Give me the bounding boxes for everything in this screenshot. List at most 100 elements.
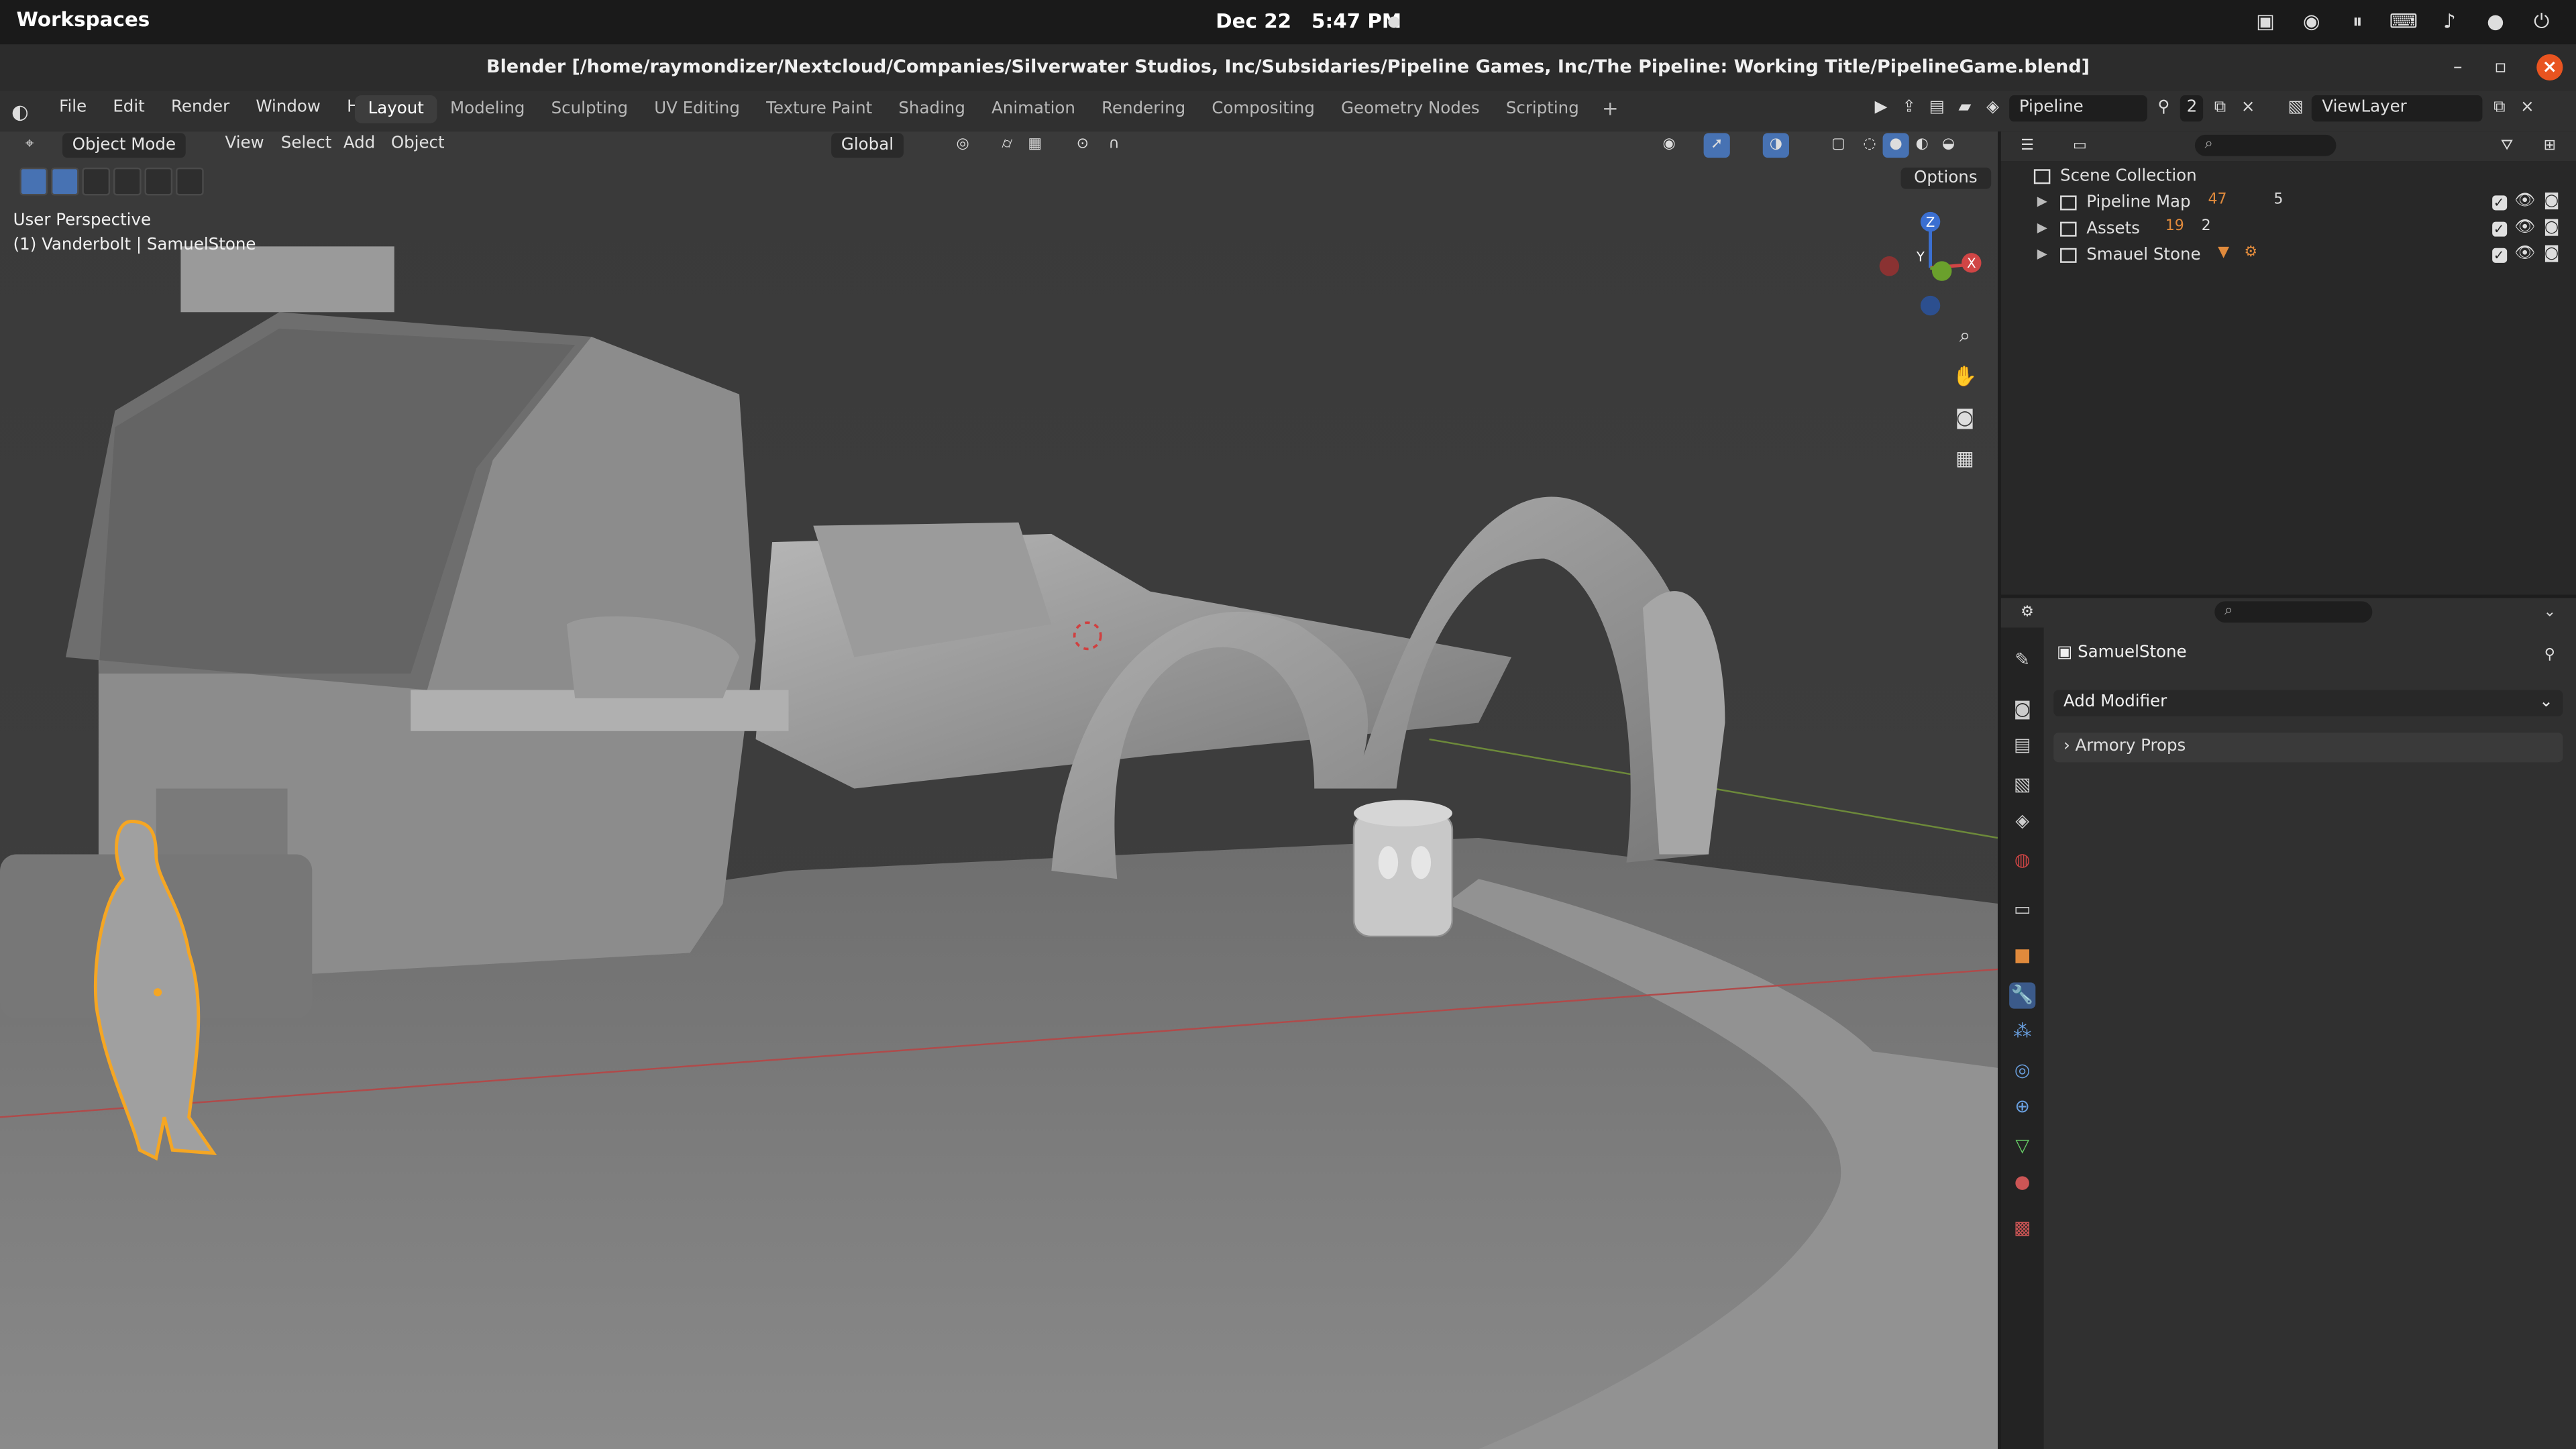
tree-row-pipeline-map[interactable]: ▶ Pipeline Map 47 5 ✓ 👁 ◙ <box>2001 191 2576 217</box>
delete-scene-icon[interactable]: × <box>2237 97 2259 119</box>
gizmo-toggle-icon[interactable]: ➚ <box>1703 133 1730 158</box>
blender-logo-icon[interactable]: ◐ <box>11 100 34 123</box>
new-collection-icon[interactable]: ⊞ <box>2536 135 2563 160</box>
delete-view-layer-icon[interactable]: × <box>2516 97 2538 119</box>
menu-window[interactable]: Window <box>243 99 334 117</box>
view-layer-field[interactable]: ViewLayer <box>2312 95 2483 122</box>
tool-tab-icon[interactable]: ✎ <box>2009 647 2035 674</box>
expand-arrow-icon[interactable]: ▶ <box>2037 194 2047 209</box>
select-subtract-tool[interactable] <box>113 167 142 196</box>
pan-hand-icon[interactable]: ✋ <box>1949 362 1982 391</box>
visibility-icon[interactable]: ◉ <box>1656 133 1682 158</box>
outliner-search-input[interactable]: ⌕ <box>2194 134 2337 156</box>
output-tab-icon[interactable]: ▤ <box>2009 733 2035 759</box>
select-new-tool[interactable] <box>50 167 79 196</box>
zoom-icon[interactable]: ⌕ <box>1949 321 1982 350</box>
menu-object[interactable]: Object <box>391 135 445 153</box>
display-mode-icon[interactable]: ▭ <box>2067 135 2093 160</box>
solid-shading-icon[interactable]: ● <box>1882 133 1909 158</box>
exclude-checkbox[interactable]: ✓ <box>2491 195 2507 211</box>
object-mode-dropdown[interactable]: Object Mode <box>62 133 186 158</box>
render-tab-icon[interactable]: ◙ <box>2009 696 2035 722</box>
material-tab-icon[interactable]: ● <box>2009 1170 2035 1196</box>
workspaces-button[interactable]: Workspaces <box>16 8 150 31</box>
exclude-checkbox[interactable]: ✓ <box>2491 248 2507 263</box>
microphone-icon[interactable]: ● <box>2481 7 2510 36</box>
scene-users[interactable]: 2 <box>2180 95 2204 122</box>
transform-orientation-dropdown[interactable]: Global <box>831 133 904 158</box>
world-tab-icon[interactable]: ◍ <box>2009 848 2035 874</box>
minimize-icon[interactable]: – <box>2445 54 2471 80</box>
particles-tab-icon[interactable]: ⁂ <box>2009 1018 2035 1044</box>
pin-icon[interactable]: ⚲ <box>2536 644 2563 669</box>
menu-view[interactable]: View <box>225 135 264 153</box>
volume-icon[interactable]: ♪ <box>2434 7 2464 36</box>
snap-icon[interactable]: ⌭ <box>994 133 1020 158</box>
scene-name-field[interactable]: Pipeline <box>2009 95 2147 122</box>
layout-icon[interactable]: ▤ <box>1925 97 1948 119</box>
camera-icon[interactable]: ◙ <box>2544 219 2560 237</box>
tab-texture-paint[interactable]: Texture Paint <box>753 95 885 123</box>
clock[interactable]: Dec 22 5:47 PM <box>1216 10 1414 33</box>
expand-arrow-icon[interactable]: ▶ <box>2037 220 2047 235</box>
eye-icon[interactable]: 👁 <box>2514 193 2535 211</box>
select-box-tool[interactable] <box>19 167 48 196</box>
neg-z-axis-handle[interactable] <box>1920 295 1941 316</box>
rendered-shading-icon[interactable]: ◒ <box>1935 133 1962 158</box>
select-intersect-tool[interactable] <box>176 167 204 196</box>
tree-row-smauel-stone[interactable]: ▶ Smauel Stone ▼ ⚙ ✓ 👁 ◙ <box>2001 243 2576 269</box>
options-dropdown[interactable]: Options <box>1900 167 1991 189</box>
pin-icon[interactable]: ⚲ <box>2152 97 2175 119</box>
viewport-scene[interactable] <box>0 131 1998 1449</box>
select-invert-tool[interactable] <box>144 167 173 196</box>
properties-search-input[interactable]: ⌕ <box>2214 601 2373 623</box>
object-name-field[interactable]: ▣ SamuelStone <box>2057 644 2187 662</box>
collection-tab-icon[interactable]: ▭ <box>2009 897 2035 923</box>
tree-row-scene-collection[interactable]: Scene Collection <box>2001 164 2576 191</box>
expand-arrow-icon[interactable]: ▶ <box>2037 246 2047 261</box>
falloff-icon[interactable]: ∩ <box>1101 133 1127 158</box>
chevron-down-icon[interactable]: ⌄ <box>2536 601 2563 626</box>
pause-icon[interactable]: ⏸ <box>2343 7 2372 36</box>
3d-viewport[interactable]: ⌖ Object Mode View Select Add Object Glo… <box>0 131 1998 1449</box>
folder-icon[interactable]: ▰ <box>1953 97 1976 119</box>
camera-view-icon[interactable]: ◙ <box>1949 402 1982 432</box>
scene-tab-icon[interactable]: ◈ <box>2009 808 2035 835</box>
copy-view-layer-icon[interactable]: ⧉ <box>2488 97 2511 119</box>
camera-icon[interactable]: ◙ <box>2544 193 2560 211</box>
export-icon[interactable]: ⇪ <box>1898 97 1921 119</box>
data-tab-icon[interactable]: ▽ <box>2009 1134 2035 1160</box>
copy-scene-icon[interactable]: ⧉ <box>2208 97 2231 119</box>
grid-perspective-icon[interactable]: ▦ <box>1949 443 1982 473</box>
app-indicator-icon[interactable]: ◉ <box>2297 7 2326 36</box>
modifier-tab-icon[interactable]: 🔧 <box>2009 982 2036 1009</box>
wireframe-shading-icon[interactable]: ◌ <box>1856 133 1882 158</box>
overlays-icon[interactable]: ◑ <box>1762 133 1789 158</box>
play-icon[interactable]: ▶ <box>1870 97 1892 119</box>
add-modifier-dropdown[interactable]: Add Modifier ⌄ <box>2053 690 2563 716</box>
object-tab-icon[interactable]: ■ <box>2009 943 2035 969</box>
trash-can-object[interactable] <box>1352 812 1454 938</box>
keyboard-icon[interactable]: ⌨ <box>2389 7 2418 36</box>
menu-add[interactable]: Add <box>343 135 375 153</box>
constraints-tab-icon[interactable]: ⊕ <box>2009 1094 2035 1120</box>
navigation-gizmo[interactable]: Z X Y <box>1873 210 1988 325</box>
texture-tab-icon[interactable]: ▩ <box>2009 1216 2035 1242</box>
tab-scripting[interactable]: Scripting <box>1493 95 1592 123</box>
eye-icon[interactable]: 👁 <box>2514 245 2535 263</box>
editor-type-icon[interactable]: ⌖ <box>16 133 42 158</box>
tab-layout[interactable]: Layout <box>354 95 437 123</box>
proportional-edit-icon[interactable]: ⊙ <box>1069 133 1095 158</box>
filter-icon[interactable]: ⛛ <box>2494 135 2520 160</box>
add-workspace-icon[interactable]: + <box>1592 95 1628 123</box>
tab-animation[interactable]: Animation <box>978 95 1088 123</box>
properties-editor-icon[interactable]: ⚙ <box>2014 601 2040 626</box>
outliner-editor-icon[interactable]: ☰ <box>2014 135 2040 160</box>
menu-edit[interactable]: Edit <box>100 99 158 117</box>
tab-shading[interactable]: Shading <box>885 95 979 123</box>
material-shading-icon[interactable]: ◐ <box>1909 133 1935 158</box>
menu-file[interactable]: File <box>46 99 100 117</box>
snap-target-icon[interactable]: ▦ <box>1022 133 1048 158</box>
tab-geometry-nodes[interactable]: Geometry Nodes <box>1328 95 1493 123</box>
tab-modeling[interactable]: Modeling <box>437 95 538 123</box>
